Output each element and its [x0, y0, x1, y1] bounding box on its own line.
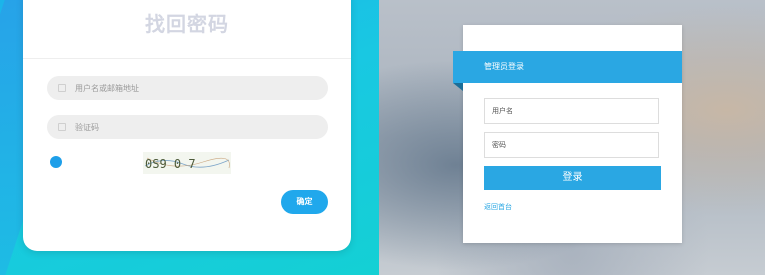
- password-input[interactable]: 密码: [484, 132, 659, 158]
- login-header: 管理员登录: [453, 51, 682, 83]
- status-dot-icon: [50, 156, 62, 168]
- login-button[interactable]: 登录: [484, 166, 661, 190]
- login-panel: 管理员登录 用户名 密码 登录 返回首台: [379, 0, 765, 275]
- shield-icon: [58, 123, 66, 131]
- ribbon-fold: [453, 83, 463, 91]
- back-home-link[interactable]: 返回首台: [484, 202, 512, 212]
- recover-panel: 找回密码 用户名或邮箱地址 验证码 0S9 0 7 确定: [0, 0, 379, 275]
- username-input[interactable]: 用户名: [484, 98, 659, 124]
- username-email-placeholder: 用户名或邮箱地址: [75, 83, 139, 93]
- captcha-input[interactable]: 验证码: [47, 115, 328, 139]
- confirm-button[interactable]: 确定: [281, 190, 328, 214]
- captcha-placeholder: 验证码: [75, 122, 99, 132]
- recover-card: 找回密码 用户名或邮箱地址 验证码 0S9 0 7 确定: [23, 0, 351, 251]
- divider: [23, 58, 351, 59]
- recover-title: 找回密码: [145, 12, 229, 36]
- user-icon: [58, 84, 66, 92]
- login-card: 管理员登录 用户名 密码 登录 返回首台: [453, 25, 682, 243]
- captcha-image[interactable]: 0S9 0 7: [143, 152, 231, 174]
- username-email-input[interactable]: 用户名或邮箱地址: [47, 76, 328, 100]
- captcha-text: 0S9 0 7: [145, 157, 196, 171]
